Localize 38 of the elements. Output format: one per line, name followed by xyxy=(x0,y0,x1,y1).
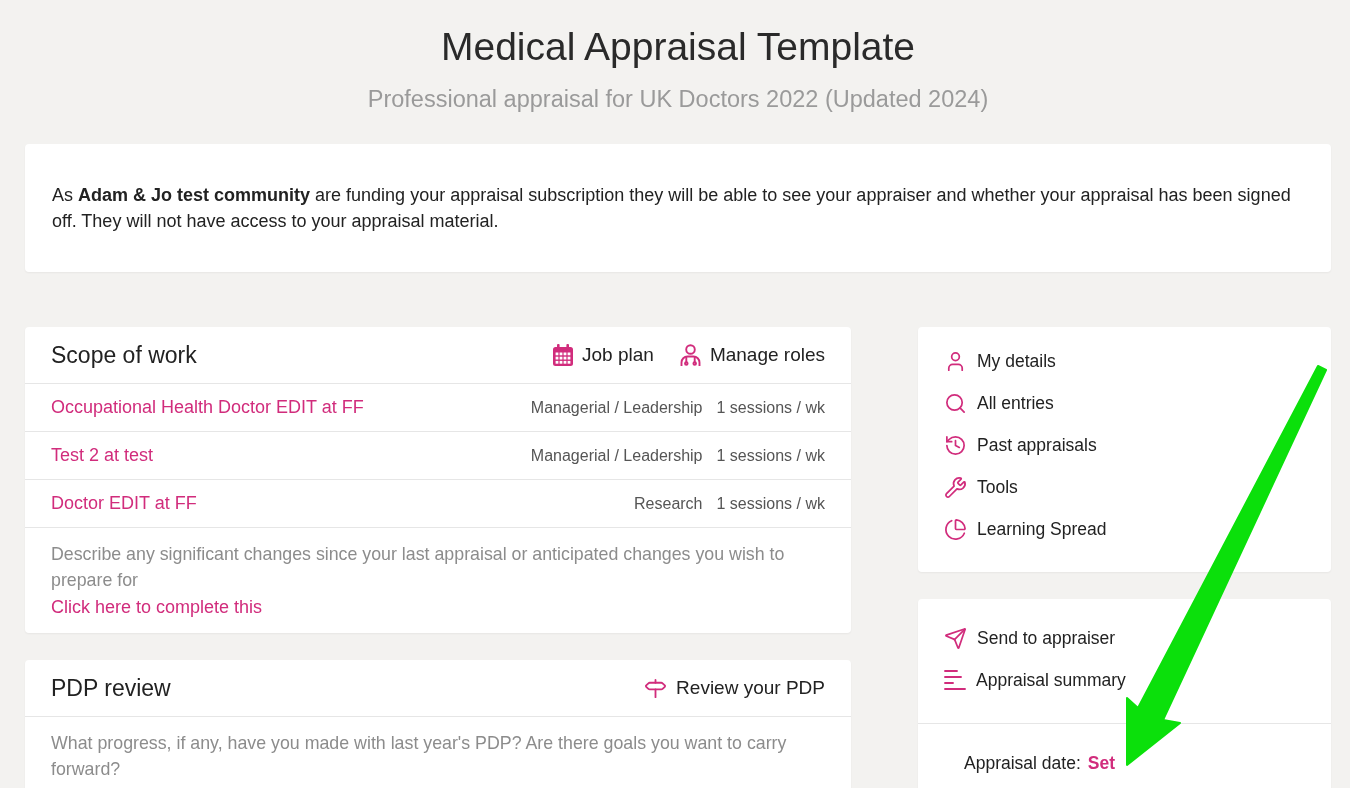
role-category: Managerial / Leadership xyxy=(530,446,703,465)
nav-link[interactable]: All entries xyxy=(944,382,1054,424)
paper-plane-icon xyxy=(944,626,967,650)
nav-link[interactable]: Appraisal summary xyxy=(944,659,1126,701)
role-category: Research xyxy=(634,494,703,513)
page-subtitle: Professional appraisal for UK Doctors 2022 (Updated 2024) xyxy=(367,85,989,114)
role-category: Managerial / Leadership xyxy=(530,398,703,417)
role-link[interactable]: Test 2 at test xyxy=(51,445,154,466)
header-action-link[interactable]: Manage roles xyxy=(679,343,825,367)
page-title: Medical Appraisal Template xyxy=(440,24,915,70)
prompt-text: What progress, if any, have you made with last year's PDP? Are there goals you want to carry forward? xyxy=(51,732,788,781)
complete-link[interactable]: Click here to complete this xyxy=(51,593,263,621)
search-icon xyxy=(944,391,967,415)
role-sessions: 1 sessions / wk xyxy=(716,494,825,513)
text-lines-icon xyxy=(944,669,966,691)
nav-link[interactable]: Send to appraiser xyxy=(944,617,1116,659)
nav-link[interactable]: Tools xyxy=(944,466,1018,508)
role-link[interactable]: Occupational Health Doctor EDIT at FF xyxy=(51,397,364,418)
appraisal-date-label: Appraisal date: xyxy=(964,753,1081,774)
role-sessions: 1 sessions / wk xyxy=(716,398,825,417)
nav-link[interactable]: My details xyxy=(944,340,1056,382)
card-title: PDP review xyxy=(51,674,171,702)
nav-link[interactable]: Learning Spread xyxy=(944,508,1107,550)
signpost-icon xyxy=(644,676,668,700)
history-icon xyxy=(944,433,967,457)
card-title: Scope of work xyxy=(51,341,197,369)
header-action-link[interactable]: Job plan xyxy=(553,344,654,366)
set-date-link[interactable]: Set xyxy=(1087,753,1115,774)
notice-text: As Adam & Jo test community are funding your appraisal subscription they will be able to see your appraiser and whether your appraisal has been signed off. They will not have access to your appraisal material. xyxy=(52,184,1292,233)
role-link[interactable]: Doctor EDIT at FF xyxy=(51,493,197,514)
doctor-icon xyxy=(679,343,701,367)
nav-link[interactable]: Past appraisals xyxy=(944,424,1097,466)
role-sessions: 1 sessions / wk xyxy=(716,446,825,465)
prompt-text: Describe any significant changes since your last appraisal or anticipated changes you wish to prepare for xyxy=(51,543,786,592)
wrench-icon xyxy=(944,475,967,499)
calendar-icon xyxy=(553,344,574,366)
pie-chart-icon xyxy=(944,517,967,541)
header-action-link[interactable]: Review your PDP xyxy=(644,676,825,700)
